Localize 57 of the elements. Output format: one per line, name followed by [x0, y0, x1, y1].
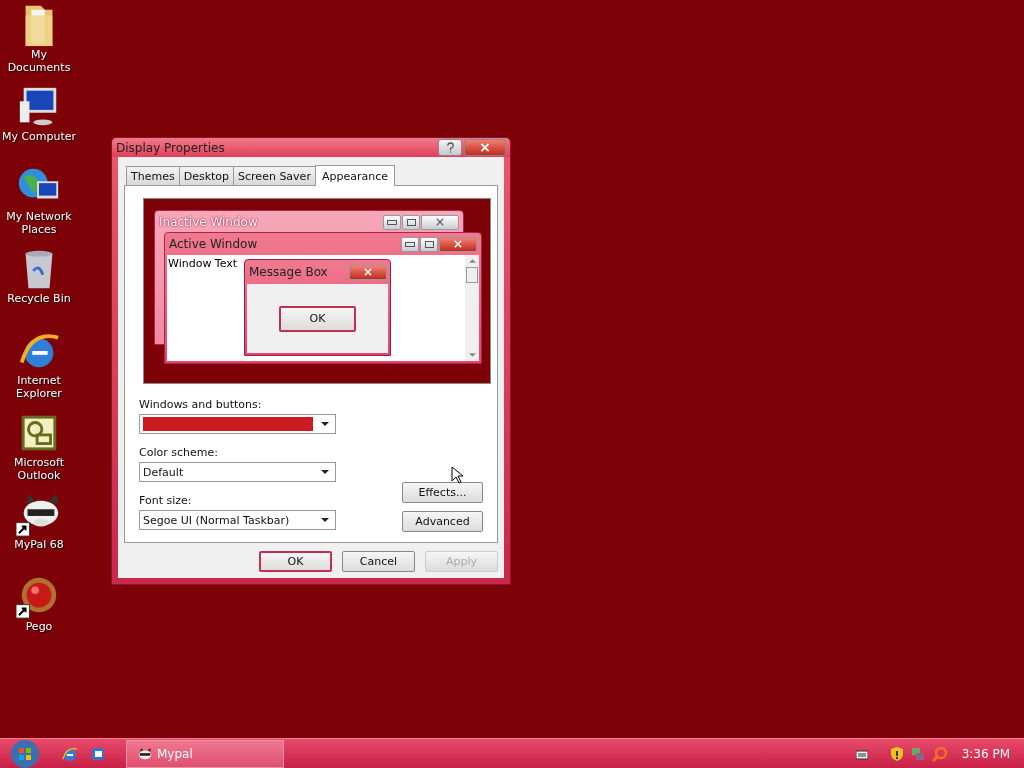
browser-icon[interactable] [62, 745, 78, 762]
help-button[interactable] [438, 139, 462, 156]
field-label: Windows and buttons: [139, 398, 263, 411]
icon-label: Internet Explorer [15, 374, 63, 400]
shield-icon[interactable] [889, 745, 904, 762]
maximize-icon [402, 214, 420, 230]
dropdown[interactable] [139, 414, 336, 434]
icon-label: Recycle Bin [7, 292, 71, 305]
dialog-button[interactable]: Effects... [402, 482, 483, 503]
icon-label: MyPal 68 [14, 538, 64, 551]
ok-button[interactable]: OK [279, 305, 356, 332]
window-switch-icon[interactable] [90, 745, 106, 762]
caret-icon [321, 470, 329, 474]
window-text: Window Text [167, 256, 238, 272]
icon-label: My Network Places [5, 210, 73, 236]
dialog-button[interactable]: Cancel [342, 551, 415, 572]
window-title: Display Properties [116, 140, 225, 155]
close-icon [349, 264, 387, 280]
keyboard-icon[interactable] [855, 747, 868, 760]
field-label: Color scheme: [139, 446, 219, 459]
icon-label: Pego [25, 620, 53, 633]
icon-label: My Documents [6, 48, 72, 74]
field-label: Font size: [139, 494, 193, 507]
tab[interactable]: Screen Saver [233, 166, 316, 185]
minimize-icon [401, 236, 419, 252]
dialog-button[interactable]: OK [259, 551, 332, 572]
icon-label: Microsoft Outlook [12, 456, 66, 482]
dropdown[interactable]: Default [139, 462, 336, 482]
mouse-cursor-icon [451, 466, 463, 484]
close-icon [480, 143, 490, 152]
dropdown-value: Default [143, 465, 185, 479]
dropdown[interactable]: Segoe UI (Normal Taskbar) [139, 510, 336, 530]
caret-icon [321, 422, 329, 426]
raccoon-icon [137, 746, 153, 761]
shortcut-arrow-icon [16, 604, 30, 619]
dialog-button[interactable]: Advanced [402, 511, 483, 532]
dropdown-value: Segoe UI (Normal Taskbar) [143, 513, 291, 527]
start-orb-icon[interactable] [10, 738, 40, 768]
maximize-icon [420, 236, 438, 252]
close-icon [421, 214, 459, 230]
help-icon [445, 142, 455, 153]
clock: 3:36 PM [961, 746, 1010, 761]
window-title: Message Box [249, 265, 328, 279]
close-icon [439, 236, 477, 252]
tab[interactable]: Appearance [314, 165, 395, 186]
window-title: Active Window [169, 237, 258, 251]
shortcut-arrow-icon [16, 522, 30, 537]
minimize-icon [383, 214, 401, 230]
tab[interactable]: Themes [126, 166, 180, 185]
scroll-thumb[interactable] [466, 267, 478, 283]
close-button[interactable] [464, 139, 506, 156]
icon-label: My Computer [1, 130, 77, 143]
window-title: Inactive Window [159, 215, 258, 229]
caret-icon [321, 518, 329, 522]
tab[interactable]: Desktop [178, 166, 235, 185]
scroll-up-icon[interactable] [468, 259, 476, 263]
scroll-down-icon[interactable] [468, 353, 476, 357]
